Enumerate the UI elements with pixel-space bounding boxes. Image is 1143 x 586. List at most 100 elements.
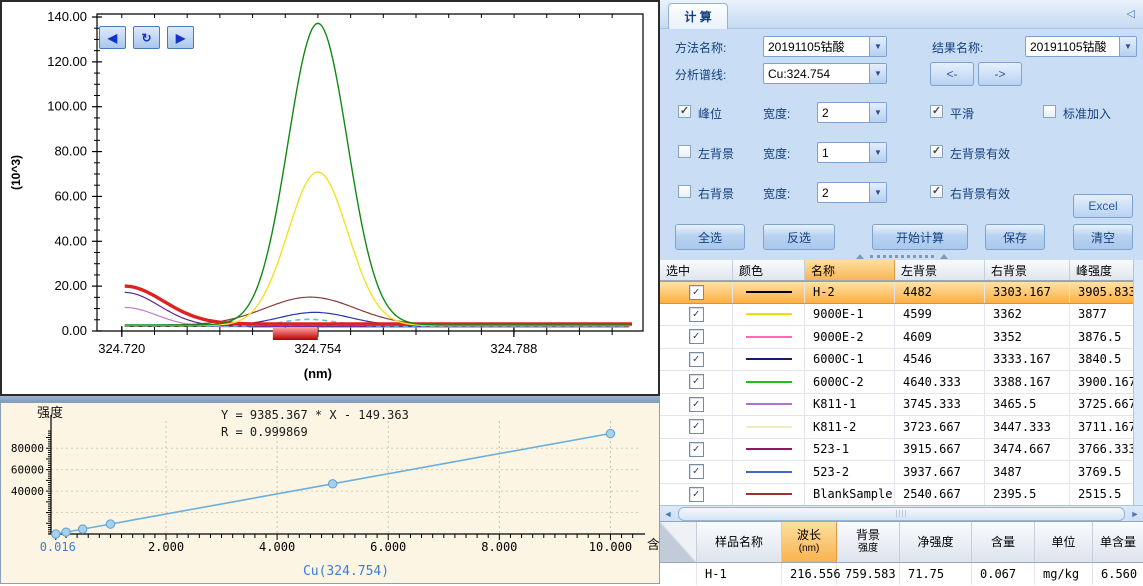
cell: 9000E-1 <box>805 304 895 326</box>
row-checkbox[interactable] <box>689 464 704 479</box>
chevron-down-icon[interactable]: ▼ <box>869 103 886 122</box>
row-checkbox[interactable] <box>689 487 704 502</box>
select-all-button[interactable]: 全选 <box>675 224 745 250</box>
color-swatch <box>746 448 792 450</box>
row-checkbox[interactable] <box>689 307 704 322</box>
table-row[interactable]: 6000C-145463333.1673840.5 <box>660 349 1133 372</box>
splitter-handle[interactable] <box>660 252 1143 260</box>
width-label: 宽度: <box>763 145 790 162</box>
row-checkbox[interactable] <box>689 397 704 412</box>
table-row[interactable]: 9000E-2460933523876.5 <box>660 326 1133 349</box>
right-background-checkbox[interactable] <box>678 185 691 198</box>
refresh-icon[interactable]: ↻ <box>133 26 160 49</box>
row-checkbox[interactable] <box>689 352 704 367</box>
table-row[interactable]: 523-13915.6673474.6673766.333 <box>660 439 1133 462</box>
table-row[interactable]: 9000E-1459933623877 <box>660 304 1133 327</box>
sample-column-header-1[interactable]: 样品名称 <box>697 522 782 562</box>
sample-table-row[interactable]: H-1216.556759.58371.750.067mg/kg6.560 <box>660 563 1143 585</box>
x-tick-label: 324.788 <box>490 341 537 356</box>
left-bg-width-combo[interactable]: 1 ▼ <box>817 142 887 163</box>
peak-position-checkbox[interactable] <box>678 105 691 118</box>
column-header-0[interactable]: 选中 <box>660 260 733 280</box>
chevron-down-icon[interactable]: ▼ <box>869 183 886 202</box>
column-header-1[interactable]: 颜色 <box>733 260 805 280</box>
tab-calculate[interactable]: 计 算 <box>668 3 728 29</box>
right-bg-width-combo[interactable]: 2 ▼ <box>817 182 887 203</box>
next-button[interactable]: ▶ <box>167 26 194 49</box>
smooth-checkbox[interactable] <box>930 105 943 118</box>
cell: 6000C-1 <box>805 349 895 371</box>
color-swatch <box>746 336 792 338</box>
prev-button[interactable]: ◀ <box>99 26 126 49</box>
sample-column-header-5[interactable]: 含量 <box>972 522 1035 562</box>
sample-cell: 216.556 <box>782 563 837 585</box>
cell: 523-1 <box>805 439 895 461</box>
method-name-combo[interactable]: 20191105钴酸 ▼ <box>763 36 887 57</box>
chevron-down-icon[interactable]: ▼ <box>869 143 886 162</box>
cell: 523-2 <box>805 461 895 483</box>
column-header-3[interactable]: 左背景 <box>895 260 985 280</box>
save-button[interactable]: 保存 <box>985 224 1045 250</box>
column-header-5[interactable]: 峰强度 <box>1070 260 1133 280</box>
standard-addition-checkbox[interactable] <box>1043 105 1056 118</box>
column-header-4[interactable]: 右背景 <box>985 260 1070 280</box>
sample-column-header-3[interactable]: 背景强度 <box>837 522 900 562</box>
series-yellow-peak <box>125 172 630 326</box>
y-tick-label: 100.00 <box>47 99 87 114</box>
corner-selector[interactable] <box>660 522 697 562</box>
collapse-panel-icon[interactable]: ◁ <box>1127 7 1135 20</box>
x-tick-label: 6.000 <box>370 540 406 554</box>
table-row[interactable]: 6000C-24640.3333388.1673900.167 <box>660 371 1133 394</box>
width-label: 宽度: <box>763 185 790 202</box>
start-calculation-button[interactable]: 开始计算 <box>872 224 968 250</box>
chevron-down-icon[interactable]: ▼ <box>869 37 886 56</box>
y-tick-label: 40.00 <box>54 233 87 248</box>
scrollbar-thumb[interactable] <box>678 507 1125 521</box>
excel-button[interactable]: Excel <box>1073 194 1133 218</box>
table-row[interactable]: H-244823303.1673905.833 <box>660 281 1133 304</box>
clear-button[interactable]: 清空 <box>1073 224 1133 250</box>
width-label: 宽度: <box>763 105 790 122</box>
left-bg-valid-checkbox[interactable] <box>930 145 943 158</box>
left-background-label: 左背景 <box>698 145 734 162</box>
previous-line-button[interactable]: <- <box>930 62 974 86</box>
cell: 3937.667 <box>895 461 985 483</box>
table-row[interactable]: K811-13745.3333465.53725.667 <box>660 394 1133 417</box>
result-name-label: 结果名称: <box>932 39 983 56</box>
cell: 3725.667 <box>1070 394 1133 416</box>
analysis-line-combo[interactable]: Cu:324.754 ▼ <box>763 63 887 84</box>
table-row[interactable]: K811-23723.6673447.3333711.167 <box>660 416 1133 439</box>
right-bg-valid-label: 右背景有效 <box>950 185 1010 202</box>
right-bg-valid-checkbox[interactable] <box>930 185 943 198</box>
row-checkbox[interactable] <box>689 329 704 344</box>
next-line-button[interactable]: -> <box>978 62 1022 86</box>
sample-cell: mg/kg <box>1035 563 1093 585</box>
row-checkbox[interactable] <box>689 419 704 434</box>
y-tick-label: 20.00 <box>54 278 87 293</box>
y-tick-label: 40000 <box>11 485 44 498</box>
invert-selection-button[interactable]: 反选 <box>763 224 835 250</box>
cell: 6000C-2 <box>805 371 895 393</box>
left-background-checkbox[interactable] <box>678 145 691 158</box>
row-checkbox[interactable] <box>689 285 704 300</box>
sample-column-header-4[interactable]: 净强度 <box>900 522 972 562</box>
sample-column-header-7[interactable]: 单含量 <box>1093 522 1143 562</box>
sample-column-header-6[interactable]: 单位 <box>1035 522 1093 562</box>
table-row[interactable]: 523-23937.66734873769.5 <box>660 461 1133 484</box>
scroll-right-icon[interactable]: ► <box>1127 507 1143 521</box>
cell: 4546 <box>895 349 985 371</box>
scroll-left-icon[interactable]: ◄ <box>660 507 676 521</box>
calibration-point <box>78 525 86 533</box>
column-header-2[interactable]: 名称 <box>805 260 895 280</box>
result-name-combo[interactable]: 20191105钴酸 ▼ <box>1025 36 1137 57</box>
vertical-scrollbar[interactable] <box>1133 260 1143 505</box>
row-checkbox[interactable] <box>689 442 704 457</box>
sample-column-header-2[interactable]: 波长(nm) <box>782 522 837 562</box>
spectrum-chart-panel: 324.720324.754324.7880.0020.0040.0060.00… <box>0 0 660 396</box>
row-checkbox[interactable] <box>689 374 704 389</box>
peak-width-combo[interactable]: 2 ▼ <box>817 102 887 123</box>
table-row[interactable]: BlankSample12540.6672395.52515.5 <box>660 484 1133 507</box>
chevron-down-icon[interactable]: ▼ <box>1119 37 1136 56</box>
peak-width-value: 2 <box>818 106 869 120</box>
chevron-down-icon[interactable]: ▼ <box>869 64 886 83</box>
